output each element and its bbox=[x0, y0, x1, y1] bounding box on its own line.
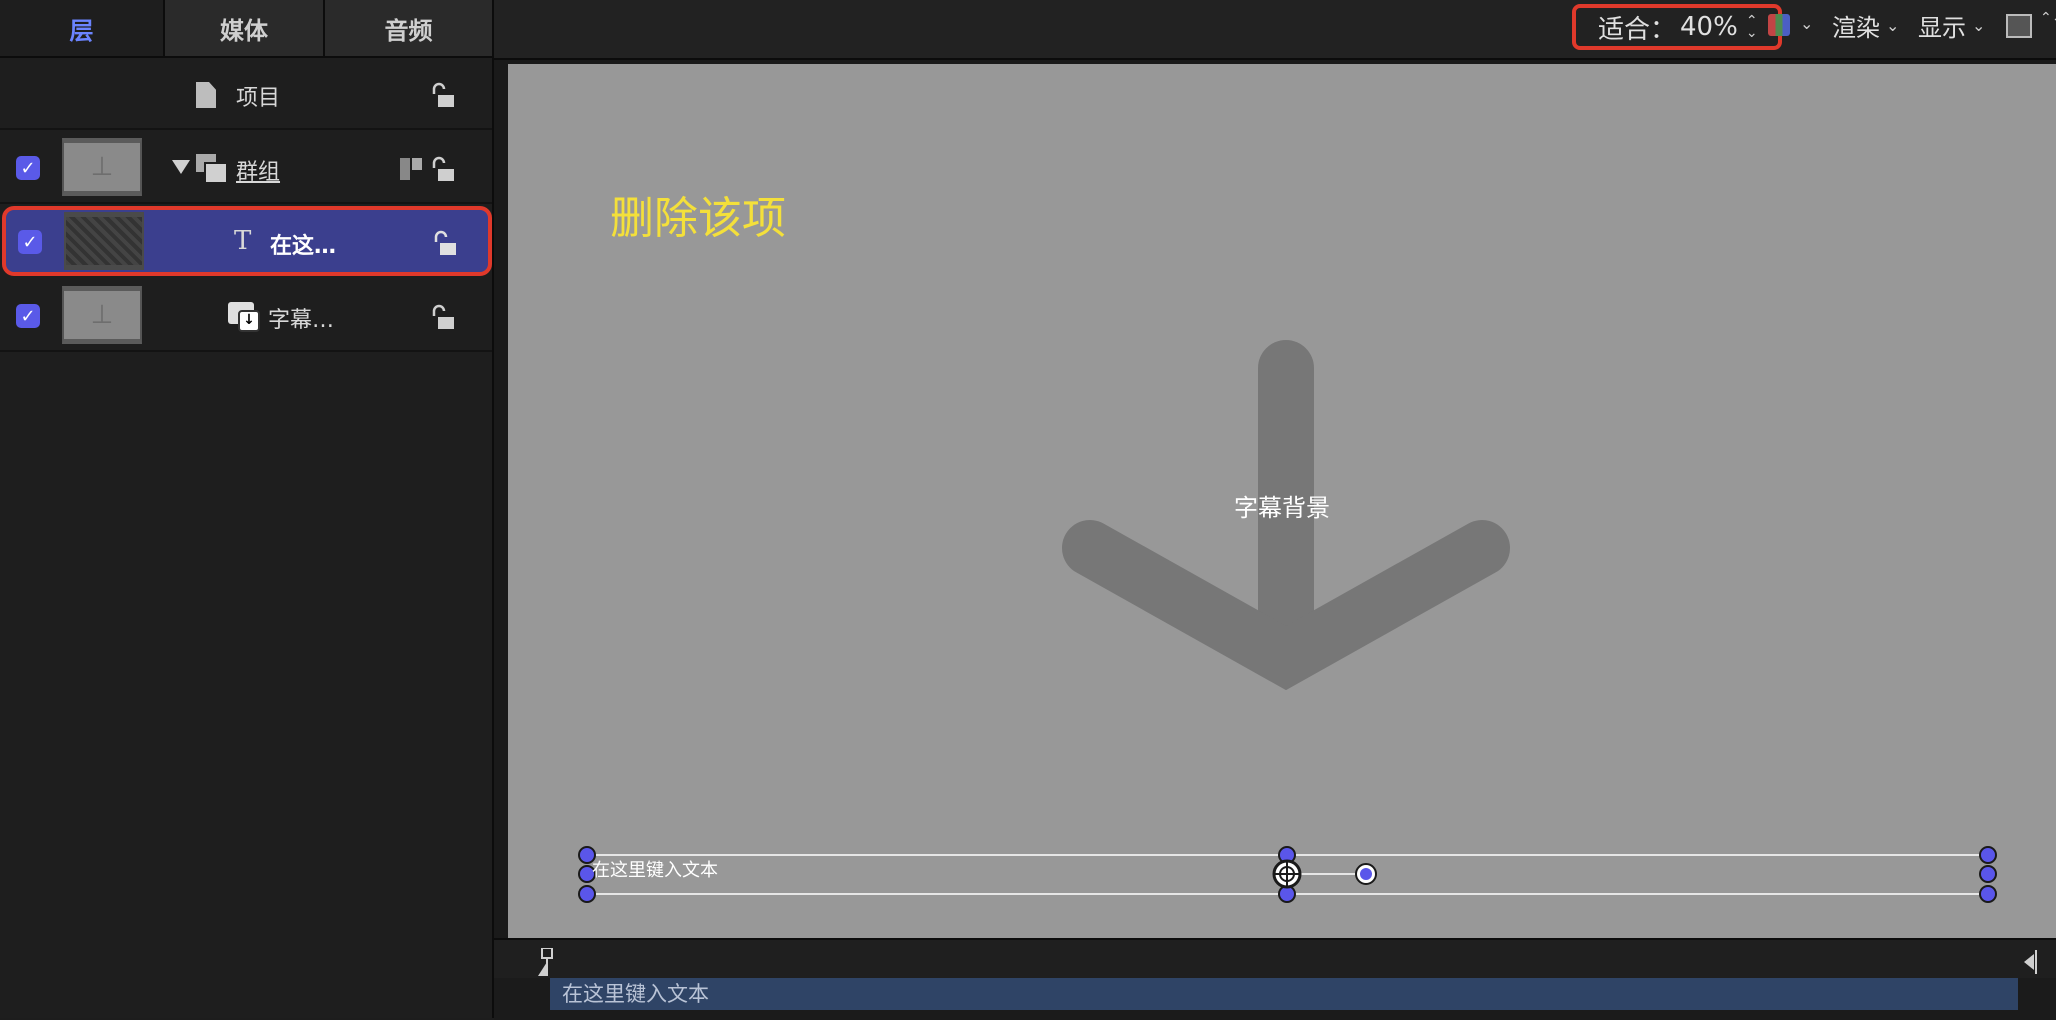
text-bounding-box[interactable] bbox=[578, 846, 1997, 903]
timeline-clip-bar[interactable]: 在这里键入文本 bbox=[550, 978, 2018, 1010]
timeline-ruler[interactable] bbox=[494, 940, 2056, 978]
canvas-overlay bbox=[578, 340, 1997, 903]
out-point-icon[interactable] bbox=[2022, 950, 2038, 974]
playhead-icon[interactable] bbox=[538, 948, 556, 976]
caption-background-label: 字幕背景 bbox=[1234, 494, 1330, 522]
title-text[interactable]: 删除该项 bbox=[610, 182, 786, 246]
lower-third-text[interactable]: 在这里键入文本 bbox=[592, 856, 718, 882]
mini-timeline: 在这里键入文本 bbox=[494, 938, 2056, 1020]
